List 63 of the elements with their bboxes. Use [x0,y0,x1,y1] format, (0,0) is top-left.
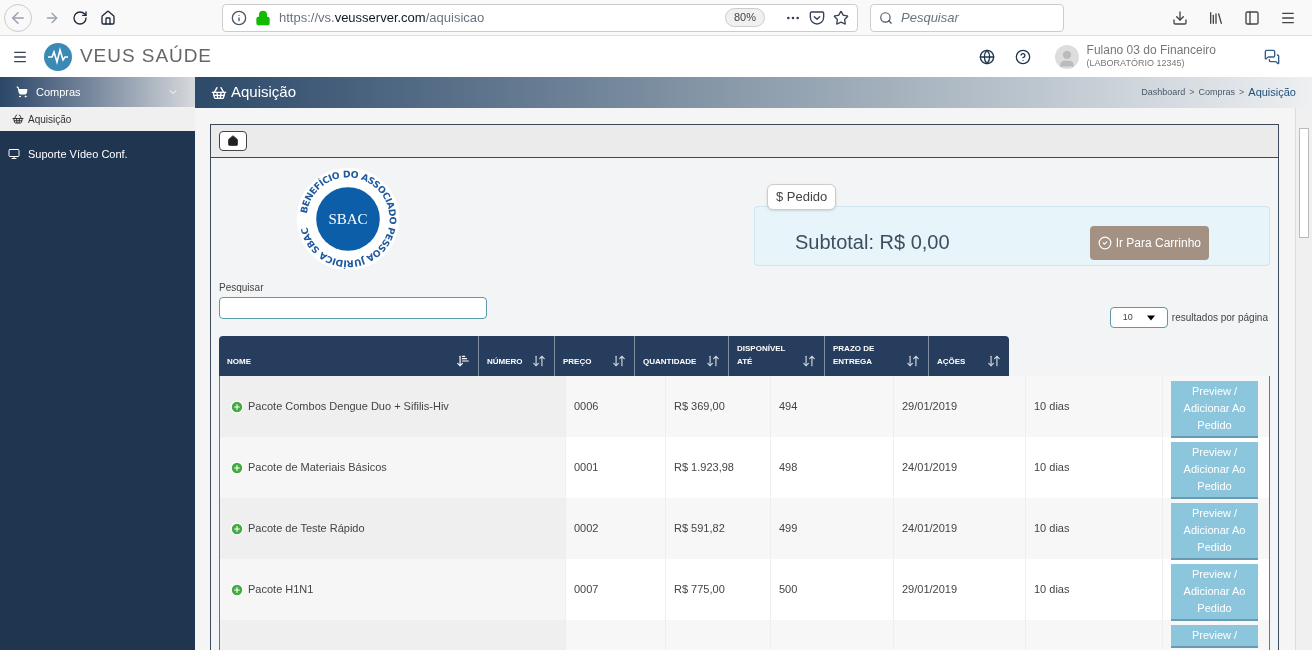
breadcrumb-link[interactable]: Aquisição [1248,84,1296,101]
library-icon[interactable] [1208,9,1224,26]
avatar [1054,44,1079,69]
sort-icon[interactable] [987,354,1001,368]
breadcrumb-link[interactable]: Compras [1198,85,1236,100]
user-org: (LABORATÓRIO 12345) [1086,58,1186,70]
logo-icon [44,42,72,71]
subtotal-text: Subtotal: R$ 0,00 [795,230,950,255]
expand-icon[interactable] [230,399,244,414]
sort-icon[interactable] [906,354,920,368]
zoom-badge[interactable]: 80% [724,8,765,27]
sidebar-icon[interactable] [1244,9,1260,26]
table-cell: Pacote H1N1 [220,559,565,620]
reload-icon[interactable] [72,9,88,26]
expand-icon[interactable] [230,582,244,597]
home-button[interactable] [219,131,247,151]
info-icon [231,9,247,26]
table-cell: Pacote de Teste Rápido [220,498,565,559]
sort-icon[interactable] [456,354,470,368]
breadcrumb-separator: > [1239,85,1245,99]
sidebar-item[interactable]: Suporte Vídeo Conf. [0,139,195,169]
expand-icon[interactable] [230,460,244,475]
sidebar-subitem[interactable]: Aquisição [0,107,195,131]
basket-icon [12,113,24,125]
monitor-icon [8,148,20,160]
cart-icon [16,86,28,98]
page-size-select[interactable]: 10 [1109,307,1168,328]
check-icon [1097,235,1112,250]
page-title: Aquisição [231,82,297,103]
star-icon[interactable] [833,9,849,26]
chat-icon[interactable] [1264,48,1280,65]
table-cell: Pacote de Materiais Básicos [220,437,565,498]
browser-search-input[interactable]: Pesquisar [901,7,1055,28]
url-text: https://vs.veusserver.com/aquisicao [279,8,485,27]
column-header[interactable]: AÇÕES [929,336,1009,376]
scrollbar[interactable] [1295,108,1312,650]
home-icon[interactable] [100,9,116,26]
sort-icon[interactable] [706,354,720,368]
sidebar-item[interactable]: Compras [0,77,195,107]
expand-icon[interactable] [230,521,244,536]
order-tab[interactable]: $ Pedido [767,184,837,210]
user-name: Fulano 03 do Financeiro [1086,43,1216,58]
download-icon[interactable] [1172,9,1188,26]
help-icon[interactable] [1014,48,1031,65]
table-cell: Pacote Combos Dengue Duo + Sifilis-Hiv [220,376,565,437]
dropdown-caret-icon [1146,314,1155,321]
browser-search-field[interactable]: Pesquisar [870,3,1064,32]
search-label: Pesquisar [219,281,265,295]
sort-icon[interactable] [612,354,626,368]
basket-icon [211,84,227,101]
home-icon [227,135,239,147]
globe-icon[interactable] [978,48,995,65]
sort-icon[interactable] [802,354,816,368]
breadcrumb-link[interactable]: Dashboard [1141,85,1186,100]
logo-text: VEUS SAÚDE [80,44,212,69]
address-bar[interactable]: https://vs.veusserver.com/aquisicao 80% [222,3,858,32]
page-size-label: resultados por página [1171,311,1269,325]
lock-icon [255,9,271,26]
breadcrumb-separator: > [1189,85,1195,99]
pocket-icon[interactable] [809,9,825,26]
search-field[interactable] [219,297,487,319]
search-icon [879,9,893,26]
sort-icon[interactable] [532,354,546,368]
